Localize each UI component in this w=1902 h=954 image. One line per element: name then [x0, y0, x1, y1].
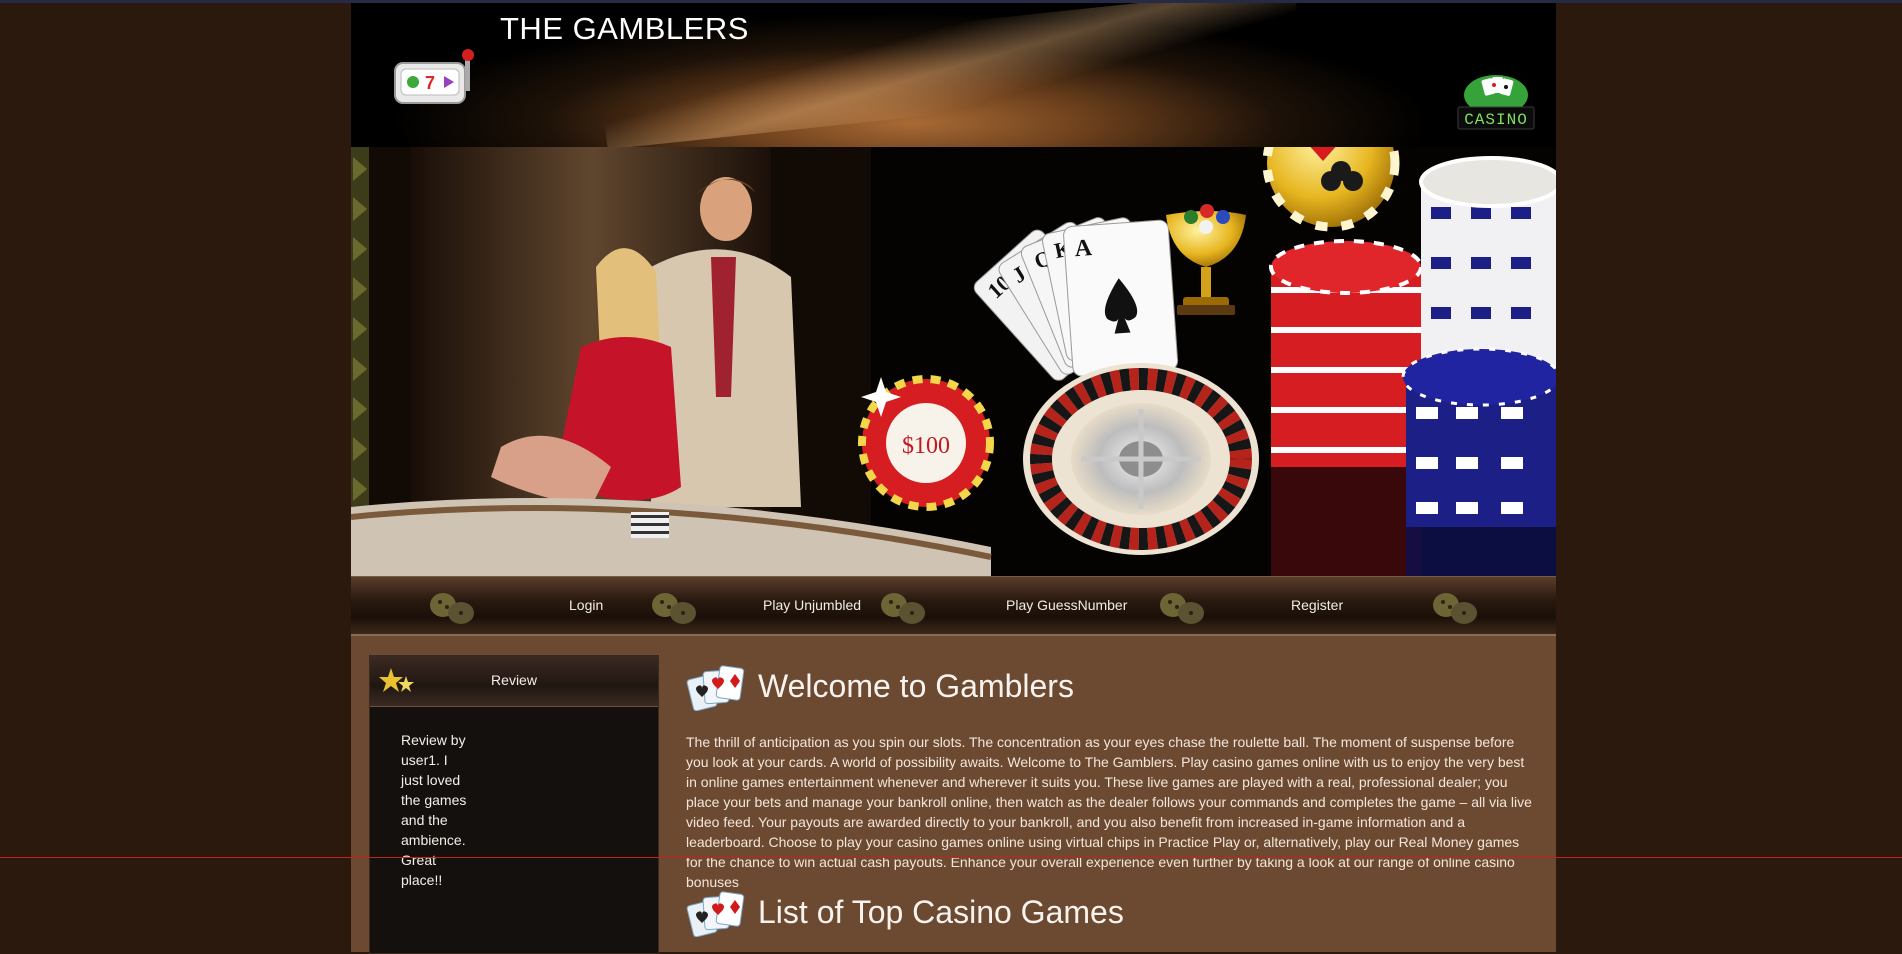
nav-play-guessnumber[interactable]: Play GuessNumber — [1006, 577, 1127, 634]
casino-sign-icon[interactable]: CASINO — [1456, 73, 1536, 131]
review-text: Review by user1. I just loved the games … — [401, 732, 467, 888]
gold-chip — [1262, 147, 1400, 232]
review-header: Review — [370, 656, 658, 707]
hero-banner: 10 J Q K A $100 — [351, 147, 1556, 576]
intro-paragraph: The thrill of anticipation as you spin o… — [686, 734, 1532, 890]
slot-machine-icon[interactable]: 7 — [393, 47, 477, 111]
blue-chip-stack — [1401, 347, 1556, 576]
nav-register[interactable]: Register — [1291, 577, 1343, 634]
review-title: Review — [491, 672, 537, 688]
overlay-guide-line — [0, 857, 1902, 858]
red-chip-stack — [1269, 239, 1423, 576]
review-sidebar: Review Review by user1. I just loved the… — [369, 655, 659, 954]
svg-text:A: A — [1074, 235, 1094, 262]
playing-cards-icon — [686, 665, 745, 711]
svg-text:CASINO: CASINO — [1464, 111, 1528, 129]
playing-cards-icon — [686, 891, 745, 937]
playing-cards-fan: 10 J Q K A — [973, 217, 1179, 381]
games-heading: List of Top Casino Games — [758, 894, 1124, 930]
trophy-cup — [1166, 204, 1246, 315]
roulette-wheel — [1023, 363, 1259, 555]
svg-text:7: 7 — [425, 73, 435, 93]
site-header: THE GAMBLERS 7 CASINO — [351, 3, 1556, 147]
main-nav: Login Play Unjumbled Play GuessNumber Re… — [351, 576, 1556, 636]
hundred-dollar-chip: $100 — [858, 375, 994, 511]
coin-stack-icon — [430, 593, 474, 624]
coin-stack-icon — [652, 593, 696, 624]
coin-stack-icon — [1160, 593, 1204, 624]
coin-stack-icon — [881, 593, 925, 624]
coin-stack-icon — [1433, 593, 1477, 624]
nav-play-unjumbled[interactable]: Play Unjumbled — [763, 577, 861, 634]
nav-login[interactable]: Login — [569, 577, 603, 634]
site-title[interactable]: THE GAMBLERS — [500, 11, 749, 47]
banner-artwork: 10 J Q K A $100 — [351, 147, 1556, 576]
welcome-heading: Welcome to Gamblers — [758, 668, 1074, 704]
chip-stack-table — [631, 512, 669, 538]
page-container: THE GAMBLERS 7 CASINO 10 J Q K A $100 Lo… — [351, 3, 1556, 954]
svg-text:$100: $100 — [902, 433, 950, 459]
